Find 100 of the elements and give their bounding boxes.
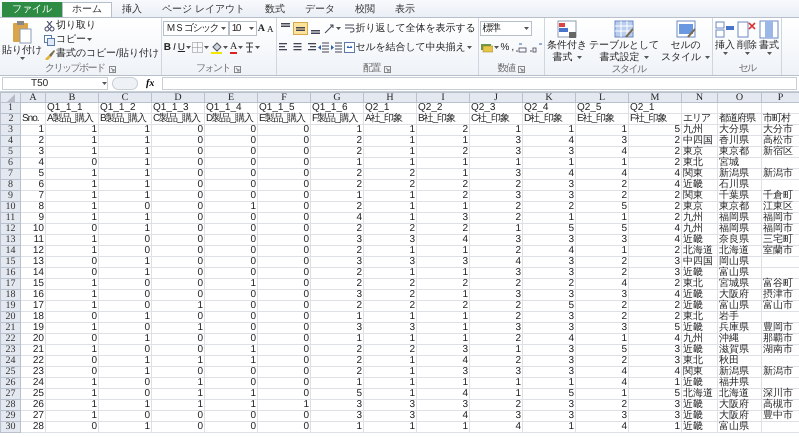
column-header[interactable]: C [98,92,152,102]
column-header[interactable]: J [470,92,522,102]
vertical-align-button[interactable] [292,22,308,35]
row-header[interactable]: 13 [0,234,20,246]
row-header[interactable]: 7 [0,168,20,180]
row-header[interactable]: 18 [0,290,20,300]
row-header[interactable]: 28 [0,400,20,410]
ribbon-tab[interactable]: データ [294,2,345,17]
row-header[interactable]: 3 [0,124,20,136]
shrink-font-button[interactable]: A [266,22,275,36]
table-cell: 0 [152,180,204,190]
insert-function-button[interactable]: fx [142,78,158,90]
column-header[interactable]: I [416,92,470,102]
format-painter-button[interactable]: 書式のコピー/貼り付け [43,47,160,61]
column-header[interactable]: P [762,92,799,102]
column-header[interactable]: N [682,92,718,102]
row-header[interactable]: 27 [0,388,20,400]
orientation-button[interactable] [322,22,342,35]
row-header[interactable]: 29 [0,410,20,422]
scissors-icon [44,20,55,32]
row-header[interactable]: 17 [0,278,20,290]
row-header[interactable]: 5 [0,146,20,158]
cells-button[interactable]: 書式 [758,19,780,63]
bold-button[interactable]: B [162,40,172,54]
dialog-launcher-icon[interactable] [384,66,392,72]
ribbon-tab[interactable]: ページ レイアウト [152,2,255,17]
style-gallery-button[interactable]: 条件付き 書式 [546,19,588,64]
table-cell: 1 [98,400,152,410]
column-header[interactable]: K [522,92,576,102]
grow-font-button[interactable]: A [256,22,266,36]
column-header[interactable]: O [718,92,762,102]
decrease-decimal-button[interactable] [529,41,544,54]
percent-button[interactable]: % [500,40,510,54]
phonetic-button[interactable] [244,41,262,54]
row-header[interactable]: 2 [0,114,20,124]
row-header[interactable]: 14 [0,246,20,256]
borders-button[interactable] [191,41,210,54]
formula-input-field[interactable] [162,77,797,90]
font-name-field[interactable]: ＭＳ ゴシック [162,21,229,36]
cut-button[interactable]: 切り取り [43,19,160,33]
style-gallery-button[interactable]: テーブルとして 書式設定 [588,19,660,64]
column-header[interactable]: H [364,92,416,102]
file-tab[interactable]: ファイル [2,2,62,17]
table-cell: 4 [416,234,470,246]
table-cell: 1 [364,356,416,366]
merge-center-button[interactable]: セルを結合して中央揃え [342,40,473,54]
number-format-field[interactable]: 標準 [480,21,532,36]
column-header[interactable]: L [576,92,628,102]
row-header[interactable]: 4 [0,136,20,146]
copy-button[interactable]: コピー [43,33,160,47]
comma-style-button[interactable]: , [510,40,516,54]
table-cell: 中四国 [682,136,718,146]
row-header[interactable]: 25 [0,366,20,378]
column-header[interactable]: G [310,92,364,102]
ribbon-tab[interactable]: ホーム [62,2,112,17]
font-size-field[interactable]: 10 [228,21,257,36]
row-header[interactable]: 24 [0,356,20,366]
wrap-text-button[interactable]: 折り返して全体を表示する [342,22,477,36]
ribbon-tab[interactable]: 表示 [384,2,425,17]
column-header[interactable]: B [46,92,98,102]
row-header[interactable]: 11 [0,212,20,224]
row-header[interactable]: 6 [0,158,20,168]
row-header[interactable]: 21 [0,322,20,334]
increase-decimal-button[interactable] [515,41,530,54]
column-header[interactable]: M [628,92,682,102]
indent-button[interactable] [330,41,343,54]
fill-color-button[interactable] [210,40,230,54]
row-header[interactable]: 26 [0,378,20,388]
row-header[interactable]: 9 [0,190,20,202]
cells-button[interactable]: 削除 [736,19,758,63]
dialog-launcher-icon[interactable] [518,66,526,72]
column-header[interactable]: E [204,92,258,102]
row-header[interactable]: 20 [0,312,20,322]
paste-button[interactable]: 貼り付け [1,19,43,63]
row-header[interactable]: 30 [0,422,20,432]
row-header[interactable]: 1 [0,102,20,114]
column-header[interactable]: D [152,92,204,102]
row-header[interactable]: 19 [0,300,20,312]
row-header[interactable]: 23 [0,344,20,356]
row-header[interactable]: 10 [0,202,20,212]
dialog-launcher-icon[interactable] [234,66,242,72]
ribbon-tab[interactable]: 挿入 [112,2,152,17]
ribbon-tab[interactable]: 校閲 [344,2,385,17]
column-header[interactable]: A [20,92,46,102]
row-header[interactable]: 8 [0,180,20,190]
outdent-button[interactable] [316,41,330,54]
accounting-format-button[interactable] [480,41,500,54]
underline-button[interactable]: U [176,40,186,54]
column-header[interactable]: F [258,92,310,102]
style-gallery-button[interactable]: セルの スタイル [660,19,712,64]
dialog-launcher-icon[interactable] [108,66,116,72]
row-header[interactable]: 15 [0,256,20,268]
row-header[interactable]: 16 [0,268,20,278]
ribbon-tab[interactable]: 数式 [254,2,295,17]
italic-button[interactable]: I [172,40,177,54]
row-header[interactable]: 22 [0,334,20,344]
font-color-button[interactable]: A [229,40,244,54]
row-header[interactable]: 12 [0,224,20,234]
name-box[interactable]: T50 [2,77,108,90]
cells-button[interactable]: 挿入 [714,19,736,63]
